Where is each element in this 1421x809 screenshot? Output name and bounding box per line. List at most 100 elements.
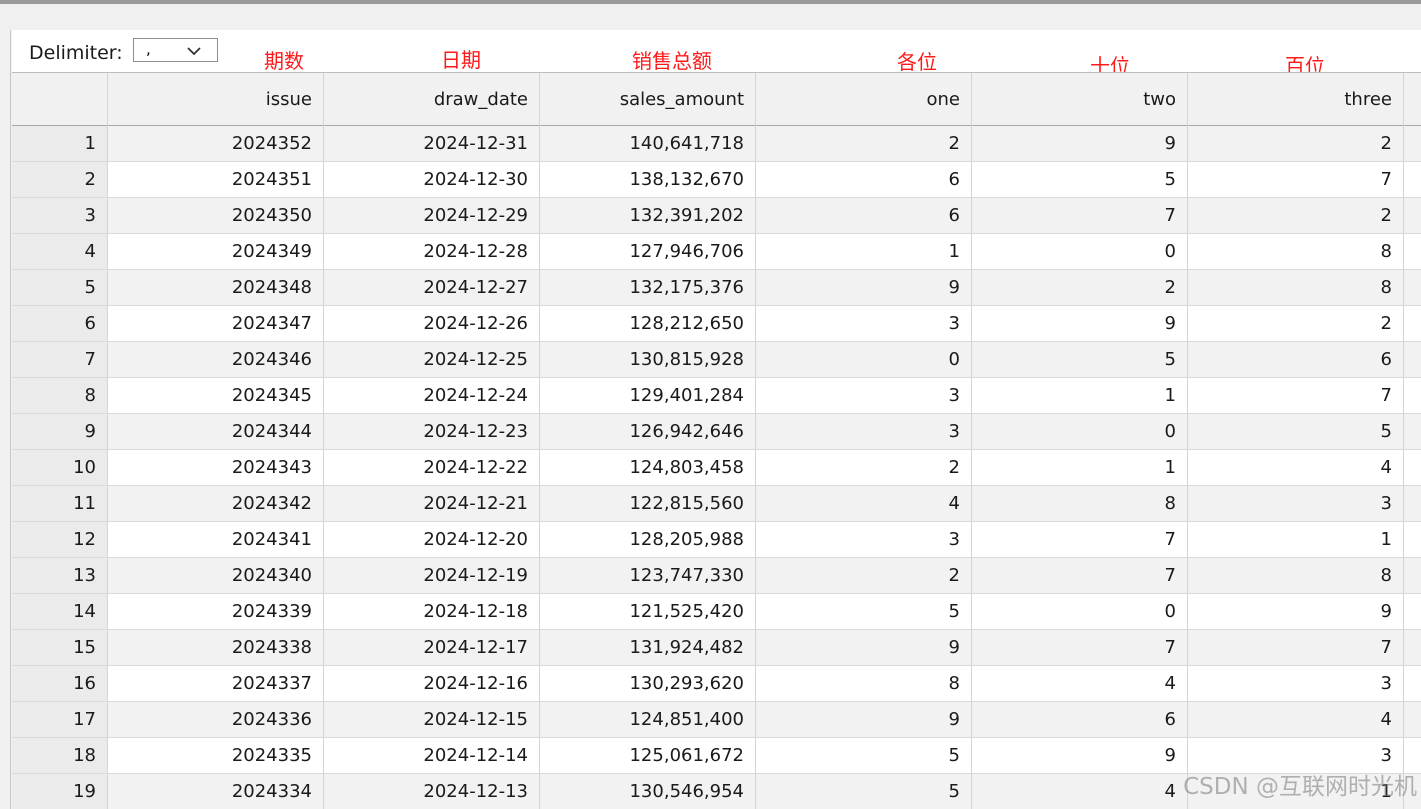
cell-one[interactable]: 6 [756,198,972,233]
cell-draw-date[interactable]: 2024-12-22 [324,450,540,485]
cell-issue[interactable]: 2024339 [108,594,324,629]
cell-draw-date[interactable]: 2024-12-31 [324,126,540,161]
cell-three[interactable]: 9 [1188,594,1404,629]
cell-draw-date[interactable]: 2024-12-14 [324,738,540,773]
table-row[interactable]: 15 2024338 2024-12-17 131,924,482 9 7 7 [12,630,1421,666]
row-number[interactable]: 1 [12,126,108,161]
cell-draw-date[interactable]: 2024-12-26 [324,306,540,341]
row-number[interactable]: 19 [12,774,108,809]
cell-draw-date[interactable]: 2024-12-30 [324,162,540,197]
cell-sales-amount[interactable]: 130,546,954 [540,774,756,809]
cell-issue[interactable]: 2024344 [108,414,324,449]
cell-draw-date[interactable]: 2024-12-25 [324,342,540,377]
cell-two[interactable]: 1 [972,378,1188,413]
cell-two[interactable]: 4 [972,774,1188,809]
cell-draw-date[interactable]: 2024-12-27 [324,270,540,305]
cell-one[interactable]: 9 [756,270,972,305]
cell-one[interactable]: 3 [756,306,972,341]
cell-one[interactable]: 3 [756,522,972,557]
delimiter-select[interactable]: , [133,38,218,62]
cell-issue[interactable]: 2024336 [108,702,324,737]
table-row[interactable]: 11 2024342 2024-12-21 122,815,560 4 8 3 [12,486,1421,522]
cell-one[interactable]: 3 [756,378,972,413]
row-number[interactable]: 15 [12,630,108,665]
cell-three[interactable]: 5 [1188,414,1404,449]
table-row[interactable]: 9 2024344 2024-12-23 126,942,646 3 0 5 [12,414,1421,450]
cell-sales-amount[interactable]: 140,641,718 [540,126,756,161]
cell-two[interactable]: 7 [972,198,1188,233]
table-row[interactable]: 4 2024349 2024-12-28 127,946,706 1 0 8 [12,234,1421,270]
cell-sales-amount[interactable]: 130,815,928 [540,342,756,377]
cell-issue[interactable]: 2024347 [108,306,324,341]
cell-one[interactable]: 8 [756,666,972,701]
row-number[interactable]: 14 [12,594,108,629]
row-number[interactable]: 10 [12,450,108,485]
cell-draw-date[interactable]: 2024-12-17 [324,630,540,665]
cell-sales-amount[interactable]: 121,525,420 [540,594,756,629]
row-number[interactable]: 7 [12,342,108,377]
cell-two[interactable]: 4 [972,666,1188,701]
cell-three[interactable]: 2 [1188,306,1404,341]
cell-one[interactable]: 2 [756,450,972,485]
table-row[interactable]: 17 2024336 2024-12-15 124,851,400 9 6 4 [12,702,1421,738]
cell-draw-date[interactable]: 2024-12-19 [324,558,540,593]
cell-draw-date[interactable]: 2024-12-23 [324,414,540,449]
row-number[interactable]: 5 [12,270,108,305]
header-two[interactable]: two [972,73,1188,126]
cell-draw-date[interactable]: 2024-12-24 [324,378,540,413]
cell-issue[interactable]: 2024338 [108,630,324,665]
cell-issue[interactable]: 2024334 [108,774,324,809]
cell-issue[interactable]: 2024342 [108,486,324,521]
row-number[interactable]: 12 [12,522,108,557]
cell-one[interactable]: 2 [756,558,972,593]
cell-two[interactable]: 6 [972,702,1188,737]
cell-three[interactable]: 7 [1188,630,1404,665]
cell-two[interactable]: 9 [972,126,1188,161]
cell-three[interactable]: 2 [1188,126,1404,161]
cell-three[interactable]: 7 [1188,162,1404,197]
cell-three[interactable]: 8 [1188,558,1404,593]
table-row[interactable]: 13 2024340 2024-12-19 123,747,330 2 7 8 [12,558,1421,594]
table-row[interactable]: 2 2024351 2024-12-30 138,132,670 6 5 7 [12,162,1421,198]
cell-one[interactable]: 3 [756,414,972,449]
table-row[interactable]: 16 2024337 2024-12-16 130,293,620 8 4 3 [12,666,1421,702]
row-number[interactable]: 16 [12,666,108,701]
cell-three[interactable]: 2 [1188,198,1404,233]
row-number[interactable]: 4 [12,234,108,269]
cell-draw-date[interactable]: 2024-12-13 [324,774,540,809]
cell-sales-amount[interactable]: 132,175,376 [540,270,756,305]
cell-two[interactable]: 7 [972,522,1188,557]
cell-one[interactable]: 9 [756,702,972,737]
table-row[interactable]: 12 2024341 2024-12-20 128,205,988 3 7 1 [12,522,1421,558]
cell-one[interactable]: 5 [756,738,972,773]
row-number[interactable]: 17 [12,702,108,737]
cell-three[interactable]: 3 [1188,666,1404,701]
cell-three[interactable]: 3 [1188,486,1404,521]
cell-sales-amount[interactable]: 127,946,706 [540,234,756,269]
header-one[interactable]: one [756,73,972,126]
cell-sales-amount[interactable]: 138,132,670 [540,162,756,197]
cell-draw-date[interactable]: 2024-12-16 [324,666,540,701]
cell-draw-date[interactable]: 2024-12-20 [324,522,540,557]
cell-issue[interactable]: 2024335 [108,738,324,773]
cell-sales-amount[interactable]: 128,205,988 [540,522,756,557]
row-number[interactable]: 9 [12,414,108,449]
table-row[interactable]: 5 2024348 2024-12-27 132,175,376 9 2 8 [12,270,1421,306]
cell-draw-date[interactable]: 2024-12-28 [324,234,540,269]
cell-issue[interactable]: 2024343 [108,450,324,485]
cell-sales-amount[interactable]: 125,061,672 [540,738,756,773]
table-row[interactable]: 10 2024343 2024-12-22 124,803,458 2 1 4 [12,450,1421,486]
cell-issue[interactable]: 2024346 [108,342,324,377]
cell-issue[interactable]: 2024352 [108,126,324,161]
cell-one[interactable]: 9 [756,630,972,665]
cell-sales-amount[interactable]: 131,924,482 [540,630,756,665]
row-number[interactable]: 11 [12,486,108,521]
cell-draw-date[interactable]: 2024-12-21 [324,486,540,521]
cell-two[interactable]: 8 [972,486,1188,521]
cell-sales-amount[interactable]: 129,401,284 [540,378,756,413]
cell-issue[interactable]: 2024341 [108,522,324,557]
table-row[interactable]: 14 2024339 2024-12-18 121,525,420 5 0 9 [12,594,1421,630]
cell-two[interactable]: 5 [972,162,1188,197]
row-number[interactable]: 13 [12,558,108,593]
cell-sales-amount[interactable]: 123,747,330 [540,558,756,593]
